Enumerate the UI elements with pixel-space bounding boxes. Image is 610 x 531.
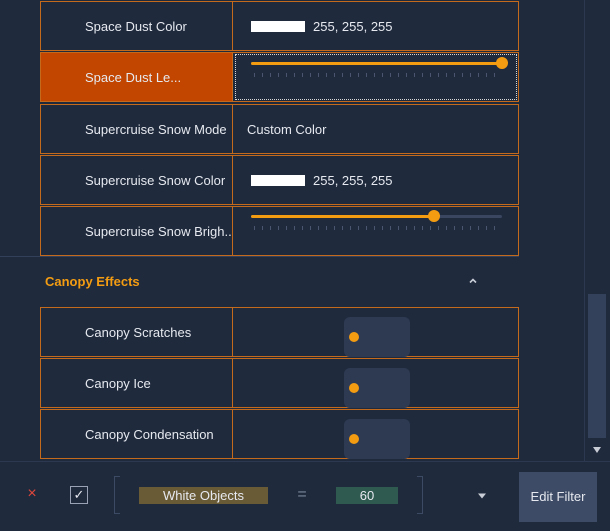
setting-row-canopy-scratches[interactable]: Canopy Scratches (40, 307, 519, 357)
setting-label: Space Dust Color (41, 2, 233, 50)
setting-row-space-dust-level[interactable]: Space Dust Le... (40, 52, 519, 102)
color-rgb-text: 255, 255, 255 (313, 19, 393, 34)
color-value[interactable]: 255, 255, 255 (234, 2, 518, 50)
mode-value[interactable]: Custom Color (234, 105, 518, 153)
vertical-scrollbar[interactable] (584, 0, 610, 461)
color-value[interactable]: 255, 255, 255 (234, 156, 518, 204)
toggle-knob (349, 383, 359, 393)
setting-row-canopy-ice[interactable]: Canopy Ice (40, 358, 519, 408)
slider-track[interactable] (251, 210, 502, 222)
slider-thumb[interactable] (496, 57, 508, 69)
filter-value[interactable]: 60 (336, 487, 398, 504)
color-rgb-text: 255, 255, 255 (313, 173, 393, 188)
slider-fill (251, 62, 502, 65)
setting-label: Supercruise Snow Brigh... (41, 207, 233, 255)
setting-row-supercruise-snow-color[interactable]: Supercruise Snow Color 255, 255, 255 (40, 155, 519, 205)
color-swatch[interactable] (251, 21, 305, 32)
filter-bar: × ✓ White Objects = 60 Edit Filter (0, 461, 610, 531)
toggle-knob (349, 332, 359, 342)
filter-operator[interactable]: = (292, 484, 312, 506)
setting-label: Supercruise Snow Mode (41, 105, 233, 153)
close-icon[interactable]: × (22, 484, 42, 504)
filter-bracket-left (114, 476, 120, 514)
scroll-down-arrow-icon[interactable] (592, 446, 602, 454)
slider-track[interactable] (251, 57, 508, 69)
toggle-cell (234, 410, 518, 459)
edit-filter-button[interactable]: Edit Filter (519, 472, 597, 522)
toggle-cell (234, 308, 518, 357)
section-title: Canopy Effects (45, 274, 140, 289)
section-header-canopy-effects[interactable]: Canopy Effects (0, 256, 519, 307)
setting-label: Canopy Ice (41, 359, 233, 407)
slider-ticks (254, 73, 502, 77)
setting-row-space-dust-color[interactable]: Space Dust Color 255, 255, 255 (40, 1, 519, 51)
slider-ticks (254, 226, 502, 230)
mode-text: Custom Color (247, 122, 327, 137)
filter-bracket-right (417, 476, 423, 514)
setting-label: Canopy Scratches (41, 308, 233, 356)
scrollbar-thumb[interactable] (588, 294, 606, 438)
enable-filter-checkbox[interactable]: ✓ (70, 486, 88, 504)
setting-row-supercruise-snow-brightness[interactable]: Supercruise Snow Brigh... (40, 206, 519, 256)
slider-control[interactable] (234, 53, 518, 101)
setting-row-canopy-condensation[interactable]: Canopy Condensation (40, 409, 519, 459)
slider-control[interactable] (234, 207, 518, 255)
chevron-up-icon[interactable] (468, 276, 478, 286)
toggle-cell (234, 359, 518, 408)
toggle-switch[interactable] (344, 419, 410, 459)
setting-label: Supercruise Snow Color (41, 156, 233, 204)
settings-panel: Space Dust Color 255, 255, 255 Space Dus… (0, 0, 584, 461)
toggle-switch[interactable] (344, 317, 410, 357)
slider-fill (251, 215, 435, 218)
color-swatch[interactable] (251, 175, 305, 186)
filter-field[interactable]: White Objects (139, 487, 268, 504)
chevron-down-icon[interactable] (477, 493, 487, 499)
setting-row-supercruise-snow-mode[interactable]: Supercruise Snow Mode Custom Color (40, 104, 519, 154)
toggle-knob (349, 434, 359, 444)
setting-label: Canopy Condensation (41, 410, 233, 458)
toggle-switch[interactable] (344, 368, 410, 408)
slider-thumb[interactable] (428, 210, 441, 222)
setting-label: Space Dust Le... (41, 53, 233, 101)
